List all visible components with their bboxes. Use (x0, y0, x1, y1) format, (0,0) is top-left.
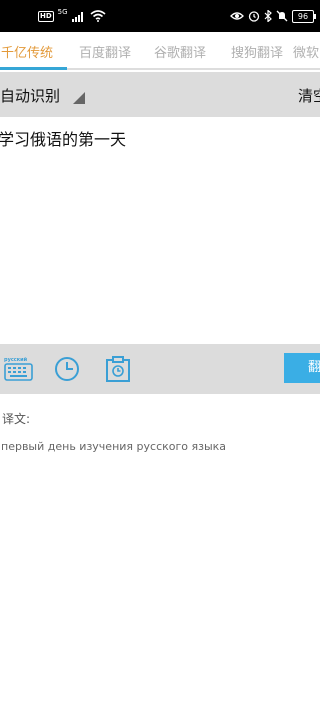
network-type: 5G (57, 8, 68, 16)
translation-result-text[interactable]: первый день изучения русского языка (1, 440, 226, 453)
language-bar: 自动识别 清空 (0, 72, 320, 117)
source-text-input[interactable]: 学习俄语的第一天 (0, 117, 320, 344)
tab-microsoft[interactable]: 微软 (293, 42, 319, 61)
tab-baidu[interactable]: 百度翻译 (79, 42, 131, 61)
history-clock-icon[interactable] (54, 356, 80, 382)
bluetooth-icon (264, 10, 272, 22)
keyboard-language-label: русский (4, 356, 28, 363)
battery-icon: 96 (292, 9, 316, 23)
clipboard-icon[interactable] (105, 356, 131, 382)
tab-qianyi[interactable]: 千亿传统 (1, 42, 53, 61)
clear-button[interactable]: 清空 (298, 85, 320, 106)
hd-badge: HD (38, 10, 54, 22)
tab-google[interactable]: 谷歌翻译 (154, 42, 206, 61)
tab-sogou[interactable]: 搜狗翻译 (231, 42, 283, 61)
wifi-icon (90, 10, 106, 22)
result-panel: 译文: первый день изучения русского языка (0, 394, 320, 711)
input-toolbar: русский 翻译 (0, 344, 320, 394)
active-tab-indicator (0, 67, 67, 70)
status-bar: HD 5G 96 (0, 0, 320, 32)
status-right: 96 (230, 8, 316, 24)
result-label: 译文: (2, 412, 31, 426)
translate-button[interactable]: 翻译 (284, 353, 320, 383)
translator-tabs: 千亿传统 百度翻译 谷歌翻译 搜狗翻译 微软 (0, 32, 320, 70)
dropdown-triangle-icon[interactable] (73, 92, 85, 104)
eye-icon (230, 12, 244, 20)
mute-icon (276, 10, 288, 22)
russian-keyboard-icon[interactable]: русский (4, 356, 34, 382)
signal-icon (71, 12, 83, 22)
status-left: HD 5G (38, 8, 106, 24)
source-language-select[interactable]: 自动识别 (0, 85, 60, 106)
source-text: 学习俄语的第一天 (0, 130, 127, 149)
alarm-icon (248, 11, 260, 22)
